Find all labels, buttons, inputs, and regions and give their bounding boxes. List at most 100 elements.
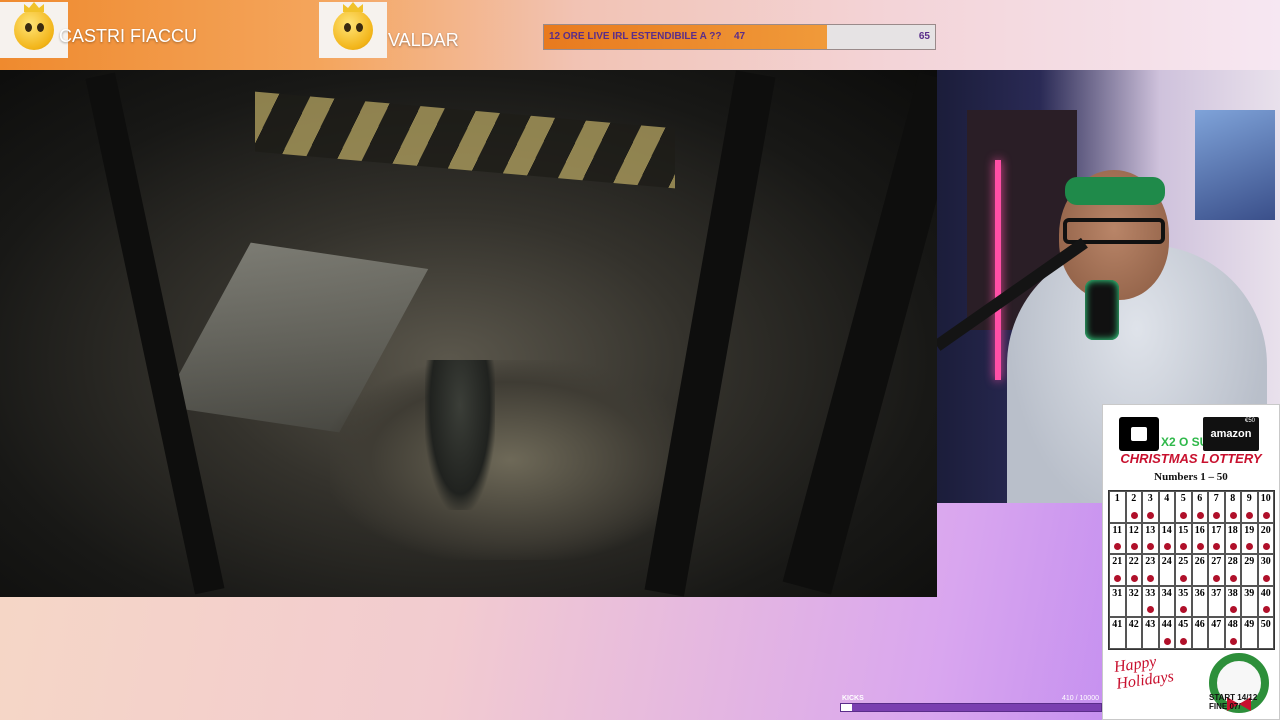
lottery-number-cell: 36 [1191,585,1208,618]
lottery-number: 23 [1145,556,1156,568]
lottery-number: 1 [1114,493,1120,504]
lottery-number: 11 [1112,524,1122,536]
lottery-number-cell: 10 [1257,491,1274,523]
hazard-stripes [255,91,675,189]
lottery-number-cell: 23 [1142,554,1159,586]
lottery-number: 18 [1227,524,1238,536]
lottery-mark-dot [1229,638,1237,645]
lottery-number: 26 [1194,556,1205,568]
lottery-number-cell: 7 [1208,491,1225,523]
lottery-mark-dot [1130,574,1138,582]
lottery-number-cell: 41 [1109,617,1126,649]
lottery-mark-dot [1246,543,1254,551]
lottery-number: 42 [1128,619,1139,631]
lottery-mark-dot [1130,543,1138,551]
lottery-mark-dot [1114,574,1122,582]
lottery-mark-dot [1229,606,1237,614]
lottery-number-cell: 17 [1208,522,1225,555]
user-avatar-2 [319,2,387,58]
lottery-number: 7 [1213,493,1219,504]
lottery-number-cell: 22 [1125,554,1142,586]
lottery-subtitle: Numbers 1 – 50 [1154,471,1228,483]
lottery-number: 45 [1178,619,1189,631]
crowned-emoji-icon [14,2,54,50]
lottery-mark-dot [1180,638,1188,645]
lottery-mark-dot [1262,511,1270,519]
game-capture [0,70,937,597]
lottery-number-cell: 3 [1142,491,1159,523]
lottery-grid: 1 2 3 4 5 6 7 8 9 10 11 12 13 14 15 16 17 18 19 20 21 22 23 24 2… [1108,490,1275,650]
lottery-number-cell: 32 [1125,585,1142,618]
wall-poster [1195,110,1275,220]
lottery-number: 29 [1244,556,1255,568]
tshirt-icon [1119,417,1159,451]
lottery-number: 50 [1260,619,1271,631]
lottery-number: 25 [1178,556,1189,568]
lottery-number-cell: 42 [1125,617,1142,649]
goal-target: 65 [918,31,930,42]
microphone-icon [1085,280,1119,340]
lottery-number: 32 [1128,587,1139,599]
lottery-number: 24 [1161,556,1172,568]
lottery-number-cell: 16 [1191,522,1208,555]
lottery-number-cell: 29 [1241,554,1258,586]
lottery-mark-dot [1213,543,1221,551]
lottery-number-cell: 27 [1208,554,1225,586]
led-strip [995,160,1001,380]
lottery-mark-dot [1213,574,1221,582]
lottery-number-cell: 38 [1224,585,1241,618]
lottery-mark-dot [1229,543,1237,551]
lottery-mark-dot [1147,574,1155,582]
lottery-number: 22 [1128,556,1139,568]
lottery-mark-dot [1196,511,1204,519]
lottery-number-cell: 44 [1158,617,1175,649]
beam [782,72,937,595]
lottery-number-cell: 4 [1158,491,1175,523]
lottery-number-cell: 5 [1175,491,1192,523]
lottery-number: 20 [1260,524,1271,536]
lottery-mark-dot [1163,543,1171,551]
lottery-number-cell: 1 [1109,491,1126,523]
lottery-number: 21 [1112,556,1123,568]
lottery-number: 40 [1260,587,1271,599]
lottery-number-cell: 12 [1125,522,1142,555]
crowned-emoji-trophy-icon [333,2,373,50]
lottery-mark-dot [1163,638,1171,645]
kicks-count: 410 / 10000 [1062,695,1099,702]
lottery-number: 31 [1112,587,1123,599]
lottery-title: CHRISTMAS LOTTERY [1120,451,1262,466]
schedule-start: START 14/12 [1209,693,1258,702]
lit-floor [330,360,690,560]
lottery-number-cell: 9 [1241,491,1258,523]
lottery-number-cell: 48 [1224,617,1241,649]
lottery-schedule: START 14/12 FINE 07/ [1209,693,1257,711]
lottery-mark-dot [1262,606,1270,614]
lottery-number: 5 [1180,493,1186,504]
lottery-number: 34 [1161,587,1172,599]
kicks-progress-fill [841,704,852,711]
lottery-mark-dot [1229,511,1237,519]
lottery-number-cell: 30 [1257,554,1274,586]
lottery-number: 14 [1161,524,1172,536]
goal-progress-bar: 12 ORE LIVE IRL ESTENDIBILE A ?? 47 65 [543,24,936,50]
lottery-number: 37 [1211,587,1222,599]
lottery-header: X2 O SUB amazon €50 [1103,405,1279,453]
lottery-number: 44 [1161,619,1172,631]
lottery-number-cell: 21 [1109,554,1126,586]
christmas-lottery-card: X2 O SUB amazon €50 CHRISTMAS LOTTERY Nu… [1102,404,1280,720]
lottery-number: 41 [1112,619,1123,631]
top-user-name-1: CASTRI FIACCU [59,26,198,46]
lottery-number: 39 [1244,587,1255,599]
lottery-number: 15 [1178,524,1189,536]
lottery-number: 3 [1147,493,1153,504]
kicks-label: KICKS [842,695,864,702]
lottery-number: 47 [1211,619,1222,631]
lottery-number-cell: 46 [1191,617,1208,649]
lottery-number: 35 [1178,587,1189,599]
top-bar: CASTRI FIACCU VALDAR 12 ORE LIVE IRL EST… [0,0,1280,70]
player-character [425,360,495,510]
kicks-progress-bar [840,703,1102,712]
bandana [1065,177,1165,205]
lottery-number-cell: 18 [1224,522,1241,555]
lottery-number: 8 [1230,493,1236,504]
